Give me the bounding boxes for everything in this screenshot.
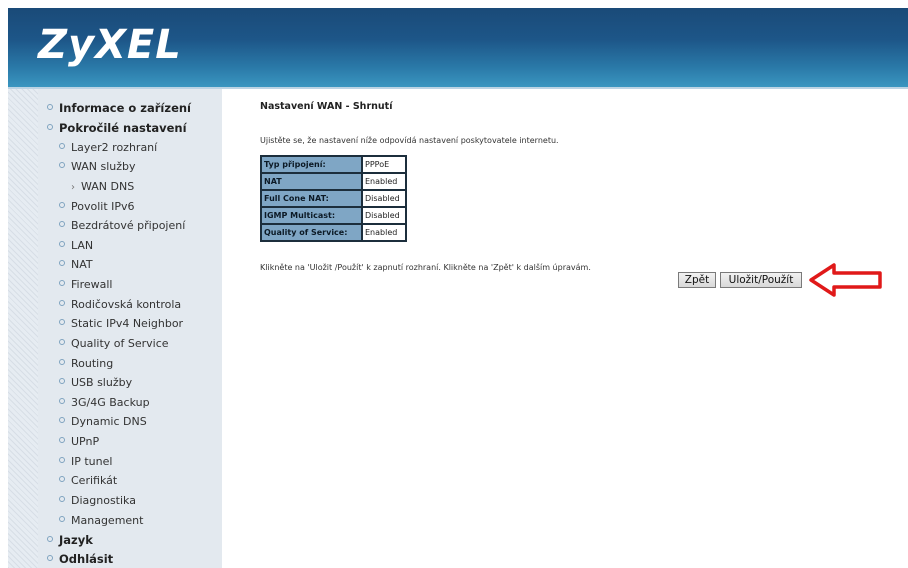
sidebar-item-informace[interactable]: Informace o zařízení: [47, 101, 191, 115]
sidebar-item-jazyk[interactable]: Jazyk: [47, 533, 93, 547]
sidebar-item-nat[interactable]: NAT: [59, 258, 93, 272]
bullet-icon: [59, 260, 65, 266]
sidebar-item-ddns[interactable]: Dynamic DNS: [59, 415, 147, 429]
table-row: NAT Enabled: [260, 172, 407, 191]
sidebar-item-wan-sluzby[interactable]: WAN služby: [59, 160, 136, 174]
sidebar-item-lan[interactable]: LAN: [59, 239, 93, 253]
sidebar-item-wireless[interactable]: Bezdrátové připojení: [59, 219, 185, 233]
instruction-note: Klikněte na 'Uložit /Použít' k zapnutí r…: [260, 263, 591, 272]
left-pattern-strip: [8, 89, 38, 568]
bullet-icon: [47, 104, 53, 110]
sidebar-item-management[interactable]: Management: [59, 514, 143, 528]
sidebar-item-ipv6[interactable]: Povolit IPv6: [59, 200, 135, 214]
bullet-icon: [59, 476, 65, 482]
page-title: Nastavení WAN - Shrnutí: [260, 101, 393, 112]
summary-key: NAT: [260, 172, 363, 191]
bullet-icon: [59, 300, 65, 306]
summary-value: Enabled: [361, 172, 407, 191]
summary-key: Quality of Service:: [260, 223, 363, 242]
header-banner: ZyXEL: [8, 8, 908, 87]
sidebar-item-usb[interactable]: USB služby: [59, 376, 132, 390]
bullet-icon: [59, 417, 65, 423]
red-arrow-left-icon: [809, 263, 882, 297]
sidebar-item-parental[interactable]: Rodičovská kontrola: [59, 298, 181, 312]
sidebar-item-layer2[interactable]: Layer2 rozhraní: [59, 141, 157, 155]
bullet-icon: [59, 496, 65, 502]
summary-key: Full Cone NAT:: [260, 189, 363, 208]
bullet-icon: [59, 202, 65, 208]
sidebar-item-ip-tunel[interactable]: IP tunel: [59, 455, 112, 469]
bullet-icon: [59, 280, 65, 286]
sidebar-item-firewall[interactable]: Firewall: [59, 278, 112, 292]
bullet-icon: [59, 339, 65, 345]
bullet-icon: [47, 555, 53, 561]
bullet-icon: [59, 359, 65, 365]
bullet-icon: [59, 437, 65, 443]
bullet-icon: [59, 162, 65, 168]
save-apply-button[interactable]: Uložit/Použít: [720, 272, 802, 288]
table-row: Typ připojení: PPPoE: [260, 155, 407, 174]
bullet-icon: [47, 536, 53, 542]
table-row: IGMP Multicast: Disabled: [260, 206, 407, 225]
sidebar-item-diagnostika[interactable]: Diagnostika: [59, 494, 136, 508]
sidebar-item-3g4g[interactable]: 3G/4G Backup: [59, 396, 150, 410]
summary-key: Typ připojení:: [260, 155, 363, 174]
table-row: Full Cone NAT: Disabled: [260, 189, 407, 208]
page-description: Ujistěte se, že nastavení níže odpovídá …: [260, 136, 559, 145]
bullet-icon: [59, 398, 65, 404]
sidebar-item-wan-dns[interactable]: › WAN DNS: [71, 180, 134, 195]
sidebar-item-upnp[interactable]: UPnP: [59, 435, 99, 449]
bullet-icon: [59, 378, 65, 384]
back-button[interactable]: Zpět: [678, 272, 716, 288]
sidebar-item-qos[interactable]: Quality of Service: [59, 337, 169, 351]
bullet-icon: [59, 516, 65, 522]
zyxel-logo: ZyXEL: [38, 22, 182, 68]
bullet-icon: [47, 124, 53, 130]
summary-value: Enabled: [361, 223, 407, 242]
sidebar-item-pokrocile[interactable]: Pokročilé nastavení: [47, 121, 187, 135]
sidebar-item-certifikat[interactable]: Cerifikát: [59, 474, 117, 488]
bullet-icon: [59, 221, 65, 227]
summary-value: Disabled: [361, 206, 407, 225]
bullet-icon: [59, 241, 65, 247]
wan-summary-table: Typ připojení: PPPoE NAT Enabled Full Cone…: [260, 155, 407, 242]
bullet-icon: [59, 143, 65, 149]
summary-value: PPPoE: [361, 155, 407, 174]
sidebar-item-static-ipv4[interactable]: Static IPv4 Neighbor: [59, 317, 183, 331]
bullet-icon: [59, 319, 65, 325]
chevron-right-icon: ›: [71, 182, 75, 193]
summary-key: IGMP Multicast:: [260, 206, 363, 225]
sidebar-item-routing[interactable]: Routing: [59, 357, 113, 371]
summary-value: Disabled: [361, 189, 407, 208]
table-row: Quality of Service: Enabled: [260, 223, 407, 242]
sidebar-item-odhlasit[interactable]: Odhlásit: [47, 552, 113, 566]
bullet-icon: [59, 457, 65, 463]
